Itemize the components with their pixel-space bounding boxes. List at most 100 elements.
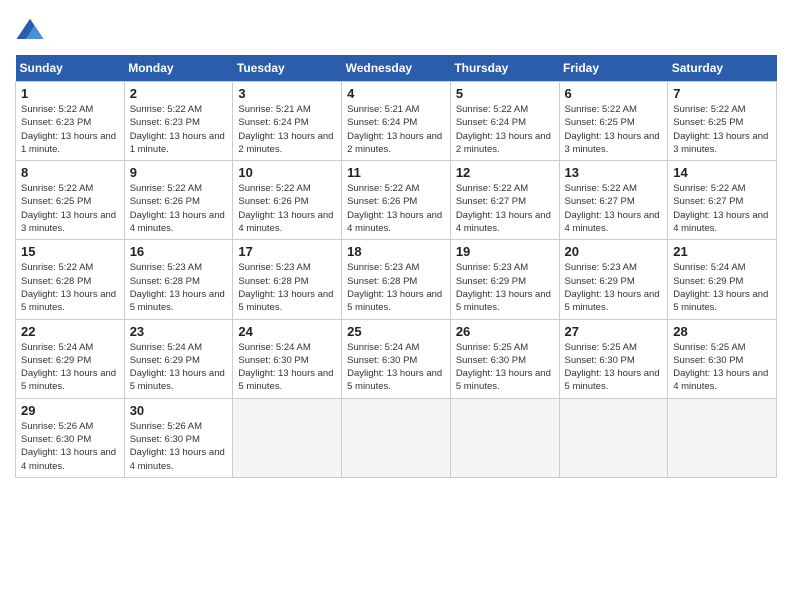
calendar-cell: 18 Sunrise: 5:23 AMSunset: 6:28 PMDaylig… bbox=[342, 240, 451, 319]
calendar-cell: 22 Sunrise: 5:24 AMSunset: 6:29 PMDaylig… bbox=[16, 319, 125, 398]
day-info: Sunrise: 5:22 AMSunset: 6:24 PMDaylight:… bbox=[456, 103, 554, 156]
day-number: 14 bbox=[673, 165, 771, 180]
day-info: Sunrise: 5:23 AMSunset: 6:28 PMDaylight:… bbox=[238, 261, 336, 314]
calendar-cell: 20 Sunrise: 5:23 AMSunset: 6:29 PMDaylig… bbox=[559, 240, 668, 319]
calendar-cell: 8 Sunrise: 5:22 AMSunset: 6:25 PMDayligh… bbox=[16, 161, 125, 240]
day-info: Sunrise: 5:22 AMSunset: 6:27 PMDaylight:… bbox=[673, 182, 771, 235]
day-number: 29 bbox=[21, 403, 119, 418]
day-number: 16 bbox=[130, 244, 228, 259]
day-info: Sunrise: 5:24 AMSunset: 6:29 PMDaylight:… bbox=[21, 341, 119, 394]
day-number: 13 bbox=[565, 165, 663, 180]
calendar-cell: 30 Sunrise: 5:26 AMSunset: 6:30 PMDaylig… bbox=[124, 398, 233, 477]
day-info: Sunrise: 5:25 AMSunset: 6:30 PMDaylight:… bbox=[673, 341, 771, 394]
calendar-cell: 28 Sunrise: 5:25 AMSunset: 6:30 PMDaylig… bbox=[668, 319, 777, 398]
day-info: Sunrise: 5:22 AMSunset: 6:23 PMDaylight:… bbox=[130, 103, 228, 156]
day-info: Sunrise: 5:24 AMSunset: 6:29 PMDaylight:… bbox=[130, 341, 228, 394]
day-info: Sunrise: 5:23 AMSunset: 6:29 PMDaylight:… bbox=[456, 261, 554, 314]
calendar-week-row: 29 Sunrise: 5:26 AMSunset: 6:30 PMDaylig… bbox=[16, 398, 777, 477]
day-header-friday: Friday bbox=[559, 55, 668, 82]
day-number: 26 bbox=[456, 324, 554, 339]
day-info: Sunrise: 5:22 AMSunset: 6:27 PMDaylight:… bbox=[565, 182, 663, 235]
day-number: 30 bbox=[130, 403, 228, 418]
calendar-week-row: 8 Sunrise: 5:22 AMSunset: 6:25 PMDayligh… bbox=[16, 161, 777, 240]
day-number: 7 bbox=[673, 86, 771, 101]
calendar-cell: 2 Sunrise: 5:22 AMSunset: 6:23 PMDayligh… bbox=[124, 82, 233, 161]
day-info: Sunrise: 5:22 AMSunset: 6:23 PMDaylight:… bbox=[21, 103, 119, 156]
day-info: Sunrise: 5:22 AMSunset: 6:25 PMDaylight:… bbox=[565, 103, 663, 156]
day-header-monday: Monday bbox=[124, 55, 233, 82]
calendar-cell: 19 Sunrise: 5:23 AMSunset: 6:29 PMDaylig… bbox=[450, 240, 559, 319]
day-number: 28 bbox=[673, 324, 771, 339]
calendar-cell: 29 Sunrise: 5:26 AMSunset: 6:30 PMDaylig… bbox=[16, 398, 125, 477]
calendar-cell: 24 Sunrise: 5:24 AMSunset: 6:30 PMDaylig… bbox=[233, 319, 342, 398]
day-number: 25 bbox=[347, 324, 445, 339]
calendar-header-row: SundayMondayTuesdayWednesdayThursdayFrid… bbox=[16, 55, 777, 82]
day-info: Sunrise: 5:25 AMSunset: 6:30 PMDaylight:… bbox=[565, 341, 663, 394]
calendar-cell: 26 Sunrise: 5:25 AMSunset: 6:30 PMDaylig… bbox=[450, 319, 559, 398]
calendar-week-row: 1 Sunrise: 5:22 AMSunset: 6:23 PMDayligh… bbox=[16, 82, 777, 161]
day-info: Sunrise: 5:25 AMSunset: 6:30 PMDaylight:… bbox=[456, 341, 554, 394]
day-info: Sunrise: 5:24 AMSunset: 6:29 PMDaylight:… bbox=[673, 261, 771, 314]
day-info: Sunrise: 5:21 AMSunset: 6:24 PMDaylight:… bbox=[238, 103, 336, 156]
calendar-cell: 11 Sunrise: 5:22 AMSunset: 6:26 PMDaylig… bbox=[342, 161, 451, 240]
day-info: Sunrise: 5:22 AMSunset: 6:27 PMDaylight:… bbox=[456, 182, 554, 235]
day-number: 6 bbox=[565, 86, 663, 101]
calendar-cell bbox=[450, 398, 559, 477]
day-info: Sunrise: 5:24 AMSunset: 6:30 PMDaylight:… bbox=[238, 341, 336, 394]
day-info: Sunrise: 5:23 AMSunset: 6:28 PMDaylight:… bbox=[347, 261, 445, 314]
day-info: Sunrise: 5:22 AMSunset: 6:26 PMDaylight:… bbox=[347, 182, 445, 235]
calendar-week-row: 22 Sunrise: 5:24 AMSunset: 6:29 PMDaylig… bbox=[16, 319, 777, 398]
calendar-cell: 3 Sunrise: 5:21 AMSunset: 6:24 PMDayligh… bbox=[233, 82, 342, 161]
calendar-cell: 13 Sunrise: 5:22 AMSunset: 6:27 PMDaylig… bbox=[559, 161, 668, 240]
day-info: Sunrise: 5:23 AMSunset: 6:29 PMDaylight:… bbox=[565, 261, 663, 314]
day-number: 3 bbox=[238, 86, 336, 101]
calendar-cell bbox=[668, 398, 777, 477]
calendar-cell: 10 Sunrise: 5:22 AMSunset: 6:26 PMDaylig… bbox=[233, 161, 342, 240]
calendar-cell: 25 Sunrise: 5:24 AMSunset: 6:30 PMDaylig… bbox=[342, 319, 451, 398]
day-number: 12 bbox=[456, 165, 554, 180]
day-header-wednesday: Wednesday bbox=[342, 55, 451, 82]
day-number: 5 bbox=[456, 86, 554, 101]
calendar-cell bbox=[559, 398, 668, 477]
day-number: 2 bbox=[130, 86, 228, 101]
calendar-cell: 15 Sunrise: 5:22 AMSunset: 6:28 PMDaylig… bbox=[16, 240, 125, 319]
calendar-cell: 4 Sunrise: 5:21 AMSunset: 6:24 PMDayligh… bbox=[342, 82, 451, 161]
day-info: Sunrise: 5:21 AMSunset: 6:24 PMDaylight:… bbox=[347, 103, 445, 156]
day-number: 18 bbox=[347, 244, 445, 259]
day-number: 27 bbox=[565, 324, 663, 339]
calendar-cell bbox=[233, 398, 342, 477]
calendar-cell: 9 Sunrise: 5:22 AMSunset: 6:26 PMDayligh… bbox=[124, 161, 233, 240]
calendar-week-row: 15 Sunrise: 5:22 AMSunset: 6:28 PMDaylig… bbox=[16, 240, 777, 319]
day-info: Sunrise: 5:22 AMSunset: 6:28 PMDaylight:… bbox=[21, 261, 119, 314]
day-number: 15 bbox=[21, 244, 119, 259]
day-header-saturday: Saturday bbox=[668, 55, 777, 82]
calendar-cell: 7 Sunrise: 5:22 AMSunset: 6:25 PMDayligh… bbox=[668, 82, 777, 161]
day-info: Sunrise: 5:26 AMSunset: 6:30 PMDaylight:… bbox=[130, 420, 228, 473]
day-info: Sunrise: 5:24 AMSunset: 6:30 PMDaylight:… bbox=[347, 341, 445, 394]
day-info: Sunrise: 5:22 AMSunset: 6:26 PMDaylight:… bbox=[238, 182, 336, 235]
day-number: 9 bbox=[130, 165, 228, 180]
logo bbox=[15, 15, 49, 45]
calendar-cell bbox=[342, 398, 451, 477]
day-number: 11 bbox=[347, 165, 445, 180]
day-info: Sunrise: 5:22 AMSunset: 6:25 PMDaylight:… bbox=[673, 103, 771, 156]
calendar-cell: 14 Sunrise: 5:22 AMSunset: 6:27 PMDaylig… bbox=[668, 161, 777, 240]
calendar-table: SundayMondayTuesdayWednesdayThursdayFrid… bbox=[15, 55, 777, 478]
day-number: 10 bbox=[238, 165, 336, 180]
day-header-sunday: Sunday bbox=[16, 55, 125, 82]
logo-icon bbox=[15, 15, 45, 45]
calendar-cell: 21 Sunrise: 5:24 AMSunset: 6:29 PMDaylig… bbox=[668, 240, 777, 319]
day-number: 1 bbox=[21, 86, 119, 101]
day-header-tuesday: Tuesday bbox=[233, 55, 342, 82]
day-info: Sunrise: 5:23 AMSunset: 6:28 PMDaylight:… bbox=[130, 261, 228, 314]
day-number: 19 bbox=[456, 244, 554, 259]
calendar-cell: 27 Sunrise: 5:25 AMSunset: 6:30 PMDaylig… bbox=[559, 319, 668, 398]
day-number: 22 bbox=[21, 324, 119, 339]
calendar-cell: 1 Sunrise: 5:22 AMSunset: 6:23 PMDayligh… bbox=[16, 82, 125, 161]
day-number: 20 bbox=[565, 244, 663, 259]
day-number: 24 bbox=[238, 324, 336, 339]
day-number: 17 bbox=[238, 244, 336, 259]
calendar-cell: 17 Sunrise: 5:23 AMSunset: 6:28 PMDaylig… bbox=[233, 240, 342, 319]
day-info: Sunrise: 5:26 AMSunset: 6:30 PMDaylight:… bbox=[21, 420, 119, 473]
calendar-cell: 6 Sunrise: 5:22 AMSunset: 6:25 PMDayligh… bbox=[559, 82, 668, 161]
